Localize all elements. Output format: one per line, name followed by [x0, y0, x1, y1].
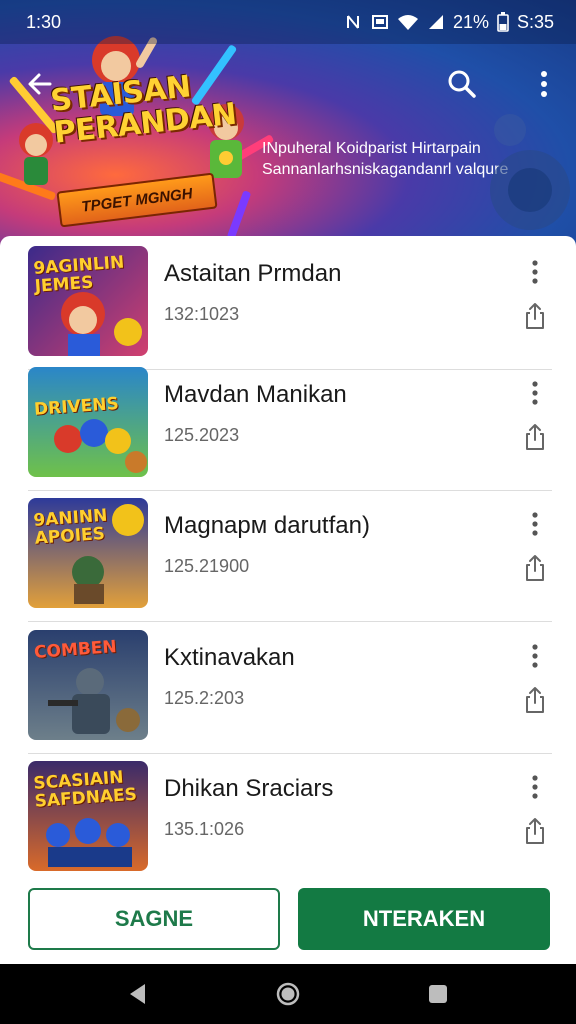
share-icon: [526, 303, 544, 329]
item-more-button[interactable]: [520, 767, 550, 807]
signal-icon: [428, 15, 443, 29]
nav-home-button[interactable]: [268, 974, 308, 1014]
item-share-button[interactable]: [520, 682, 550, 718]
item-more-button[interactable]: [520, 252, 550, 292]
action-bar: SAGNE NTERAKEN: [0, 876, 576, 964]
item-meta: 125.2:203: [164, 688, 245, 708]
recents-square-icon: [429, 985, 447, 1003]
more-vertical-icon: [532, 512, 538, 536]
status-bar: 1:30 21% S:35: [0, 0, 576, 44]
primary-action-button[interactable]: NTERAKEN: [298, 888, 550, 950]
more-vertical-icon: [532, 775, 538, 799]
game-thumbnail: 9ANINN APOIES: [28, 498, 148, 608]
share-icon: [526, 555, 544, 581]
item-title: Kxtinavakan: [164, 644, 295, 671]
game-thumbnail: SCASIAIN SAFDNAES: [28, 761, 148, 871]
more-options-button[interactable]: [522, 62, 566, 106]
list-item[interactable]: COMBEN Kxtinavakan 125.2:203: [28, 622, 552, 754]
nav-recents-button[interactable]: [418, 974, 458, 1014]
home-circle-icon: [276, 982, 300, 1006]
game-thumbnail: 9AGINLIN JEMES: [28, 246, 148, 356]
banner-decor-art: [490, 114, 570, 230]
list-item[interactable]: SCASIAIN SAFDNAES Dhikan Sraciars 135.1:…: [28, 753, 552, 876]
more-vertical-icon: [532, 260, 538, 284]
cast-icon: [371, 15, 388, 29]
item-meta: 125.21900: [164, 556, 250, 576]
game-thumbnail: DRIVENS: [28, 367, 148, 477]
arrow-left-icon: [28, 73, 52, 95]
thumbnail-title: 9AGINLIN JEMES: [32, 252, 125, 297]
game-thumbnail: COMBEN: [28, 630, 148, 740]
more-vertical-icon: [532, 381, 538, 405]
item-share-button[interactable]: [520, 813, 550, 849]
back-button[interactable]: [18, 62, 62, 106]
status-clock-right: S:35: [516, 11, 554, 32]
item-share-button[interactable]: [520, 298, 550, 334]
share-icon: [526, 687, 544, 713]
list-item[interactable]: DRIVENS Mavdan Manikan 125.2023: [28, 359, 552, 491]
item-title: Magnapм darutfan): [164, 512, 370, 539]
nav-back-button[interactable]: [118, 974, 158, 1014]
item-share-button[interactable]: [520, 419, 550, 455]
item-title: Dhikan Sraciars: [164, 775, 334, 802]
list-item[interactable]: 9ANINN APOIES Magnapм darutfan) 125.2190…: [28, 490, 552, 622]
nfc-icon: [346, 15, 359, 29]
item-meta: 125.2023: [164, 425, 240, 445]
search-button[interactable]: [440, 62, 484, 106]
share-icon: [526, 818, 544, 844]
status-time: 1:30: [26, 11, 62, 32]
thumbnail-title: SCASIAIN SAFDNAES: [32, 767, 138, 812]
item-more-button[interactable]: [520, 504, 550, 544]
wifi-icon: [397, 15, 418, 30]
item-share-button[interactable]: [520, 550, 550, 586]
item-meta: 132:1023: [164, 304, 240, 324]
share-icon: [526, 424, 544, 450]
secondary-action-button[interactable]: SAGNE: [28, 888, 280, 950]
thumbnail-title: 9ANINN APOIES: [32, 505, 109, 549]
item-more-button[interactable]: [520, 373, 550, 413]
back-triangle-icon: [130, 984, 145, 1004]
battery-percent: 21%: [452, 11, 489, 32]
item-meta: 135.1:026: [164, 819, 245, 839]
item-title: Astaitan Prmdan: [164, 260, 342, 287]
system-nav-bar: [0, 964, 576, 1024]
item-more-button[interactable]: [520, 636, 550, 676]
list-item[interactable]: 9AGINLIN JEMES Astaitan Prmdan 132:1023: [28, 238, 552, 370]
search-icon: [448, 70, 476, 98]
game-list: 9AGINLIN JEMES Astaitan Prmdan 132:1023 …: [0, 236, 576, 876]
item-title: Mavdan Manikan: [164, 381, 347, 408]
battery-icon: [497, 12, 509, 32]
more-vertical-icon: [532, 644, 538, 668]
more-vertical-icon: [541, 71, 547, 97]
